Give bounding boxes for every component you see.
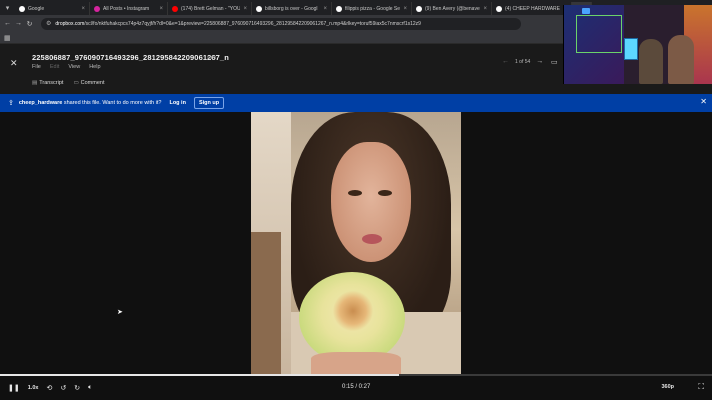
video-hand <box>311 352 401 374</box>
comment-label: Comment <box>80 80 105 86</box>
webcam-badge-icon <box>582 8 590 14</box>
menu-help[interactable]: Help <box>89 64 100 70</box>
menu-edit[interactable]: Edit <box>50 64 59 70</box>
video-mouth <box>362 234 382 244</box>
tab-favicon-icon <box>416 5 422 12</box>
video-controls: ❚❚ 1.0x ⟲ ↺ ↻ 🔈︎ 0:15 / 0:27 360p ⛶ <box>0 376 712 400</box>
close-tab-icon[interactable]: × <box>243 6 247 12</box>
file-extension: MP4 <box>207 55 217 60</box>
playback-speed-button[interactable]: 1.0x <box>28 385 39 391</box>
quality-button[interactable]: 360p <box>661 384 674 390</box>
person-image <box>668 35 694 84</box>
tab-favicon-icon <box>172 5 178 12</box>
tab-search-icon[interactable]: ▾ <box>0 0 15 15</box>
monitor-image <box>624 38 638 60</box>
forward-icon[interactable]: → <box>13 20 24 27</box>
video-door <box>251 232 281 374</box>
close-tab-icon[interactable]: × <box>81 6 85 12</box>
tab-favicon-icon <box>19 5 25 12</box>
close-tab-icon[interactable]: × <box>483 6 487 12</box>
webcam-overlay <box>563 5 712 84</box>
next-file-icon[interactable]: → <box>536 58 543 65</box>
comment-icon: ▭ <box>73 80 79 86</box>
banner-text: shared this file. Want to do more with i… <box>62 100 162 106</box>
tab-favicon-icon <box>496 5 502 12</box>
browser-tab[interactable]: (4) CHEEP HARDWARE / X× <box>492 2 572 15</box>
video-eye <box>348 190 362 196</box>
skip-back-icon[interactable]: ↺ <box>60 384 66 392</box>
file-name: 225806887_976090716493296_28129584220906… <box>32 53 229 62</box>
time-readout: 0:15 / 0:27 <box>342 384 371 390</box>
url-host: dropbox.com <box>55 20 85 27</box>
browser-tab[interactable]: billsborg is over - Googl × <box>252 2 332 15</box>
pager-text: 1 of 54 <box>515 58 531 65</box>
close-tab-icon[interactable]: × <box>403 6 407 12</box>
apps-grid-icon[interactable]: ▦ <box>4 34 11 42</box>
transcript-tab[interactable]: ▤ Transcript <box>32 80 63 86</box>
browser-tab[interactable]: All Posts • Instagram × <box>90 2 168 15</box>
browser-tab[interactable]: filippis pizza - Google Se × <box>332 2 412 15</box>
login-button[interactable]: Log in <box>165 98 190 108</box>
tab-label: (4) CHEEP HARDWARE / X <box>505 5 561 12</box>
browser-tab[interactable]: (174) Brett Gelman - "YOU × <box>168 2 252 15</box>
tab-label: (174) Brett Gelman - "YOU <box>181 5 241 12</box>
comment-panel-icon[interactable]: ▭ <box>551 58 558 66</box>
tab-label: filippis pizza - Google Se <box>345 5 401 12</box>
close-tab-icon[interactable]: × <box>159 6 163 12</box>
preview-subtabs: ▤ Transcript ▭ Comment <box>32 80 105 86</box>
shared-folder-icon: ⇪ <box>8 100 14 107</box>
browser-tab[interactable]: (9) Ben Avery (@benave × <box>412 2 492 15</box>
site-info-icon[interactable]: ⚙ <box>46 20 51 27</box>
close-tab-icon[interactable]: × <box>323 6 327 12</box>
url-input[interactable]: ⚙ dropbox.com/scl/fo/nktfuhakcpcs74p4z7q… <box>41 17 521 30</box>
tab-label: (9) Ben Avery (@benave <box>425 5 480 12</box>
video-melon-seeds <box>333 290 373 332</box>
video-face <box>331 142 411 262</box>
back-icon[interactable]: ← <box>2 20 13 27</box>
mouse-cursor-icon: ➤ <box>117 309 123 316</box>
transcript-label: Transcript <box>39 80 64 86</box>
shared-file-banner: ⇪ cheep_hardware shared this file. Want … <box>0 94 712 112</box>
file-menu: File Edit View Help <box>32 64 101 70</box>
skip-forward-icon[interactable]: ↻ <box>74 384 80 392</box>
volume-icon[interactable]: 🔈︎ <box>88 384 92 392</box>
transcript-icon: ▤ <box>32 80 38 86</box>
video-eye <box>378 190 392 196</box>
tab-favicon-icon <box>94 5 100 12</box>
fullscreen-icon[interactable]: ⛶ <box>698 382 704 392</box>
close-preview-icon[interactable]: ✕ <box>10 58 18 69</box>
video-stage: ➤ <box>0 112 712 374</box>
file-pager: ← 1 of 54 → <box>502 58 543 65</box>
tab-favicon-icon <box>256 5 262 12</box>
reload-icon[interactable]: ↻ <box>24 20 35 28</box>
tab-label: billsborg is over - Googl <box>265 5 318 12</box>
browser-tab[interactable]: Google × <box>15 2 90 15</box>
pause-icon[interactable]: ❚❚ <box>8 384 20 392</box>
loop-icon[interactable]: ⟲ <box>46 384 52 392</box>
person-image <box>639 39 663 84</box>
neon-sign-image <box>576 15 622 53</box>
tab-label: Google <box>28 5 45 12</box>
menu-file[interactable]: File <box>32 64 41 70</box>
tab-favicon-icon <box>336 5 342 12</box>
comment-tab[interactable]: ▭ Comment <box>73 80 104 86</box>
url-path: /scl/fo/nktfuhakcpcs74p4z7qyjf/h?dl=0&e=… <box>84 20 421 27</box>
banner-message: cheep_hardware shared this file. Want to… <box>19 100 162 106</box>
video-frame[interactable] <box>251 112 461 374</box>
banner-user: cheep_hardware <box>18 100 63 106</box>
menu-view[interactable]: View <box>68 64 80 70</box>
signup-button[interactable]: Sign up <box>193 97 225 109</box>
tab-label: All Posts • Instagram <box>103 5 150 12</box>
previous-file-icon[interactable]: ← <box>502 58 509 65</box>
close-banner-icon[interactable]: ✕ <box>700 97 707 106</box>
